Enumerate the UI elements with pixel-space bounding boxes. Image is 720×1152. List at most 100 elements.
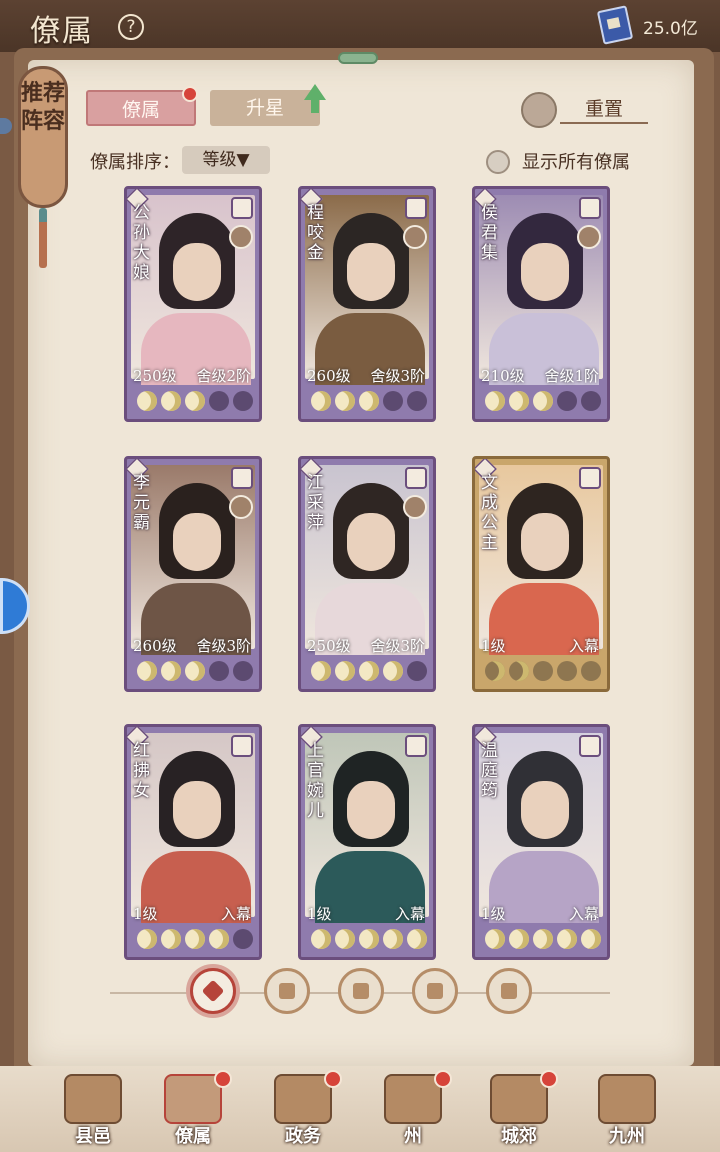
companion-avatar [577,225,601,249]
sort-dropdown[interactable]: 等级▼ [182,146,270,174]
type-icon [231,735,253,757]
retainer-card[interactable]: 红拂女 1级 入幕 [124,724,262,960]
moon-star-icon [533,661,553,681]
type-icon [579,197,601,219]
moon-star-icon [185,391,205,411]
tassel-decoration [39,208,47,268]
show-all-label[interactable]: 显示所有僚属 [522,148,630,174]
retainer-card[interactable]: 上官婉儿 1级 入幕 [298,724,436,960]
gourd-icon [353,983,369,999]
lion-icon [501,983,517,999]
retainer-level: 1级 [481,905,506,923]
moon-star-icon [161,929,181,949]
nav-badge [434,1070,452,1088]
nav-item-state[interactable]: 州 [368,1070,458,1150]
suburbs-landscape-icon [490,1074,548,1124]
companion-avatar [403,495,427,519]
portrait-face [347,513,395,571]
filter-all-icon[interactable] [190,968,236,1014]
moon-star-icon [137,929,157,949]
type-icon [231,467,253,489]
nav-item-county[interactable]: 县邑 [48,1070,138,1150]
type-icon [405,467,427,489]
up-arrow-stem [311,99,319,113]
moon-star-icon [581,661,601,681]
retainer-level: 1级 [133,905,158,923]
page-title: 僚属 [30,14,94,49]
nav-item-affairs[interactable]: 政务 [258,1070,348,1150]
star-row [481,661,605,685]
recommended-lineup-button[interactable]: 推荐阵容 [18,66,68,208]
nav-item-retainers[interactable]: 僚属 [148,1070,238,1150]
retainer-card[interactable]: 温庭筠 1级 入幕 [472,724,610,960]
moon-star-icon [335,929,355,949]
retainer-card[interactable]: 江采萍 250级 舍级3阶 [298,456,436,692]
sort-label: 僚属排序： [90,152,180,173]
reset-button[interactable]: 重置 [560,94,648,124]
side-indicator [0,118,12,134]
fan-icon [427,983,443,999]
retainer-card[interactable]: 文成公主 1级 入幕 [472,456,610,692]
moon-star-icon [509,929,529,949]
type-icon [405,197,427,219]
filter-lion-icon[interactable] [486,968,532,1014]
moon-star-icon [533,391,553,411]
tab-retainers[interactable]: 僚属 [86,90,196,126]
retainer-name: 红拂女 [133,741,150,801]
filter-cat-icon[interactable] [264,968,310,1014]
moon-star-icon [311,661,331,681]
star-row [481,929,605,953]
retainer-card[interactable]: 李元霸 260级 舍级3阶 [124,456,262,692]
county-building-icon [64,1074,122,1124]
show-all-checkbox[interactable] [486,150,510,174]
nav-label: 僚属 [175,1126,211,1147]
retainer-name: 李元霸 [133,473,150,533]
moon-star-icon [209,391,229,411]
retainer-stage: 舍级2阶 [196,367,251,385]
tab-retainers-badge [182,86,198,102]
help-button[interactable]: ? [118,14,144,40]
retainer-card[interactable]: 侯君集 210级 舍级1阶 [472,186,610,422]
companion-avatar [229,225,253,249]
moon-star-icon [359,391,379,411]
moon-star-icon [383,661,403,681]
retainer-level: 250级 [133,367,177,385]
retainer-level: 260级 [133,637,177,655]
nav-badge [540,1070,558,1088]
moon-star-icon [407,661,427,681]
filter-gourd-icon[interactable] [338,968,384,1014]
portrait-face [173,513,221,571]
star-row [481,391,605,415]
moon-star-icon [311,391,331,411]
moon-star-icon [383,391,403,411]
moon-star-icon [509,661,529,681]
retainer-level: 1级 [307,905,332,923]
portrait-face [521,513,569,571]
star-row [133,661,257,685]
moon-star-icon [407,391,427,411]
retainer-level: 260级 [307,367,351,385]
moon-star-icon [335,661,355,681]
type-icon [405,735,427,757]
nav-item-nine-provinces[interactable]: 九州 [582,1070,672,1150]
retainer-card[interactable]: 公孙大娘 250级 舍级2阶 [124,186,262,422]
nav-label: 州 [404,1126,422,1147]
filter-fan-icon[interactable] [412,968,458,1014]
retainer-name: 文成公主 [481,473,498,553]
moon-star-icon [359,661,379,681]
nav-item-suburbs[interactable]: 城郊 [474,1070,564,1150]
portrait-face [173,781,221,839]
retainer-level: 250级 [307,637,351,655]
bottom-nav: 县邑 僚属 政务 州 城郊 九州 [0,1066,720,1152]
companion-avatar [229,495,253,519]
retainer-name: 侯君集 [481,203,498,263]
retainer-level: 1级 [481,637,506,655]
moon-star-icon [581,391,601,411]
moon-star-icon [557,391,577,411]
state-gate-icon [384,1074,442,1124]
nav-label: 城郊 [501,1126,537,1147]
reset-icon[interactable] [521,92,557,128]
retainer-stage: 舍级3阶 [370,367,425,385]
retainer-card[interactable]: 程咬金 260级 舍级3阶 [298,186,436,422]
nav-badge [324,1070,342,1088]
